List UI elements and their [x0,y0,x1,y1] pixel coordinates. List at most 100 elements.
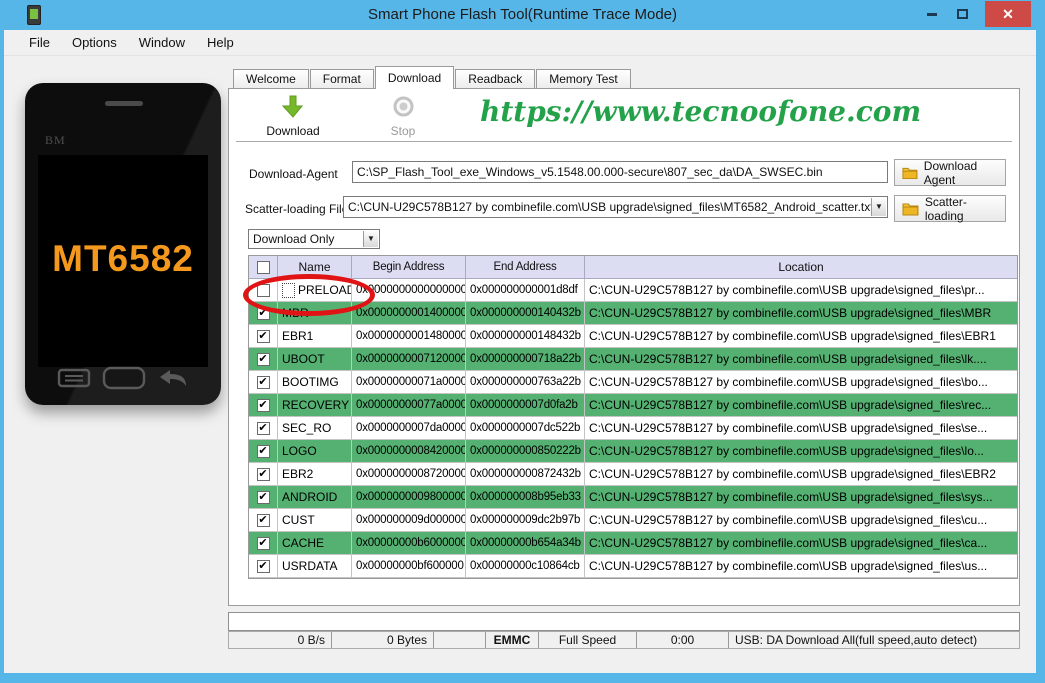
tab-download[interactable]: Download [374,66,455,89]
status-bytes: 0 Bytes [332,632,434,648]
download-button[interactable]: Download [250,95,336,140]
scatter-loading-label: Scatter-loading File [245,202,349,216]
header-begin-address[interactable]: Begin Address [352,256,466,278]
table-header-row: Name Begin Address End Address Location [249,256,1017,279]
cell-end-address: 0x000000000763a22b [466,371,585,393]
phone-speaker [105,101,143,106]
watermark-text: https://www.tecnoofone.com [480,95,922,128]
cell-location: C:\CUN-U29C578B127 by combinefile.com\US… [589,329,996,343]
checked-checkbox[interactable]: ✔ [256,398,270,412]
maximize-button[interactable] [947,1,977,27]
menu-item-help[interactable]: Help [196,31,245,54]
minimize-icon [927,12,937,16]
stop-button[interactable]: Stop [360,95,446,140]
table-row-cust[interactable]: ✔ CUST 0x000000009d000000 0x000000009dc2b97… [249,509,1017,532]
table-row-bootimg[interactable]: ✔ BOOTIMG 0x00000000071a0000 0x000000000763… [249,371,1017,394]
select-all-checkbox[interactable] [256,260,270,274]
cell-begin-address: 0x00000000077a0000 [352,394,466,416]
cell-name: UBOOT [278,348,352,370]
cell-name: USRDATA [278,555,352,577]
progress-bar [228,612,1020,631]
table-row-logo[interactable]: ✔ LOGO 0x0000000008420000 0x000000000850222… [249,440,1017,463]
cell-end-address: 0x00000000b654a34b [466,532,585,554]
partition-name: LOGO [282,444,317,458]
table-row-cache[interactable]: ✔ CACHE 0x00000000b6000000 0x00000000b654a3… [249,532,1017,555]
checked-checkbox[interactable]: ✔ [256,306,270,320]
maximize-icon [956,9,968,19]
checked-checkbox[interactable]: ✔ [256,467,270,481]
download-agent-button-label: Download Agent [923,158,978,187]
header-location[interactable]: Location [585,256,1017,278]
checked-checkbox[interactable]: ✔ [256,421,270,435]
row-checkbox-cell[interactable] [249,279,278,301]
cell-name: MBR [278,302,352,324]
table-row-ebr1[interactable]: ✔ EBR1 0x0000000001480000 0x000000000148432… [249,325,1017,348]
table-row-uboot[interactable]: ✔ UBOOT 0x0000000007120000 0x000000000718a2… [249,348,1017,371]
download-agent-label: Download-Agent [249,167,338,181]
row-checkbox-cell[interactable]: ✔ [249,348,278,370]
chevron-down-icon[interactable]: ▼ [871,198,886,216]
header-name[interactable]: Name [278,256,352,278]
table-row-mbr[interactable]: ✔ MBR 0x0000000001400000 0x000000000140432b… [249,302,1017,325]
row-checkbox-cell[interactable]: ✔ [249,486,278,508]
checked-checkbox[interactable]: ✔ [256,490,270,504]
table-row-android[interactable]: ✔ ANDROID 0x0000000009800000 0x000000008b95… [249,486,1017,509]
checked-checkbox[interactable]: ✔ [256,513,270,527]
tab-memory-test[interactable]: Memory Test [536,69,631,89]
cell-begin-address: 0x0000000007120000 [352,348,466,370]
checked-checkbox[interactable]: ✔ [256,536,270,550]
menu-item-file[interactable]: File [18,31,61,54]
cell-begin-address: 0x0000000009800000 [352,486,466,508]
header-checkbox-cell[interactable] [249,256,278,278]
cell-end-address: 0x0000000007d0fa2b [466,394,585,416]
header-end-address[interactable]: End Address [466,256,585,278]
table-row-preloader[interactable]: PRELOADER0x00000000000000000x00000000000… [249,279,1017,302]
scatter-loading-button[interactable]: Scatter-loading [894,195,1006,223]
row-checkbox-cell[interactable]: ✔ [249,394,278,416]
menu-item-options[interactable]: Options [61,31,128,54]
checked-checkbox[interactable]: ✔ [256,329,270,343]
table-row-sec_ro[interactable]: ✔ SEC_RO 0x0000000007da0000 0x0000000007dc5… [249,417,1017,440]
row-checkbox-cell[interactable]: ✔ [249,417,278,439]
table-row-ebr2[interactable]: ✔ EBR2 0x0000000008720000 0x000000000872432… [249,463,1017,486]
cell-begin-address: 0x0000000001480000 [352,325,466,347]
table-row-usrdata[interactable]: ✔ USRDATA 0x00000000bf600000 0x00000000c108… [249,555,1017,578]
table-row-recovery[interactable]: ✔ RECOVERY 0x00000000077a0000 0x0000000007d… [249,394,1017,417]
download-agent-button[interactable]: Download Agent [894,158,1006,187]
row-checkbox-cell[interactable]: ✔ [249,463,278,485]
row-checkbox-cell[interactable]: ✔ [249,325,278,347]
row-checkbox-cell[interactable]: ✔ [249,532,278,554]
tab-format[interactable]: Format [309,69,374,89]
menu-item-window[interactable]: Window [128,31,196,54]
cell-name: CUST [278,509,352,531]
status-time: 0:00 [637,632,729,648]
checked-checkbox[interactable]: ✔ [256,444,270,458]
status-empty [434,632,486,648]
scatter-file-combobox[interactable]: C:\CUN-U29C578B127 by combinefile.com\US… [343,196,888,218]
row-checkbox-cell[interactable]: ✔ [249,302,278,324]
cell-name: EBR1 [278,325,352,347]
cell-end-address: 0x000000000001d8df [466,279,585,301]
row-checkbox-cell[interactable]: ✔ [249,440,278,462]
tab-readback[interactable]: Readback [455,69,536,89]
tab-welcome[interactable]: Welcome [233,69,309,89]
cell-begin-address: 0x00000000bf600000 [352,555,466,577]
chevron-down-icon[interactable]: ▼ [363,231,378,247]
checked-checkbox[interactable]: ✔ [256,352,270,366]
checked-checkbox[interactable]: ✔ [256,559,270,573]
download-agent-input[interactable]: C:\SP_Flash_Tool_exe_Windows_v5.1548.00.… [352,161,888,183]
row-checkbox-cell[interactable]: ✔ [249,371,278,393]
menu-bar: File Options Window Help [4,30,1036,56]
minimize-button[interactable] [917,1,947,27]
checked-checkbox[interactable]: ✔ [256,375,270,389]
close-button[interactable]: ✕ [985,1,1031,27]
row-checkbox-cell[interactable]: ✔ [249,555,278,577]
folder-icon [902,203,919,215]
row-checkbox-cell[interactable]: ✔ [249,509,278,531]
unchecked-checkbox[interactable] [256,283,270,297]
partition-name: CUST [282,513,315,527]
download-mode-select[interactable]: Download Only ▼ [248,229,380,249]
partition-name: CACHE [282,536,325,550]
status-speed: 0 B/s [229,632,332,648]
cell-location: C:\CUN-U29C578B127 by combinefile.com\US… [589,513,988,527]
